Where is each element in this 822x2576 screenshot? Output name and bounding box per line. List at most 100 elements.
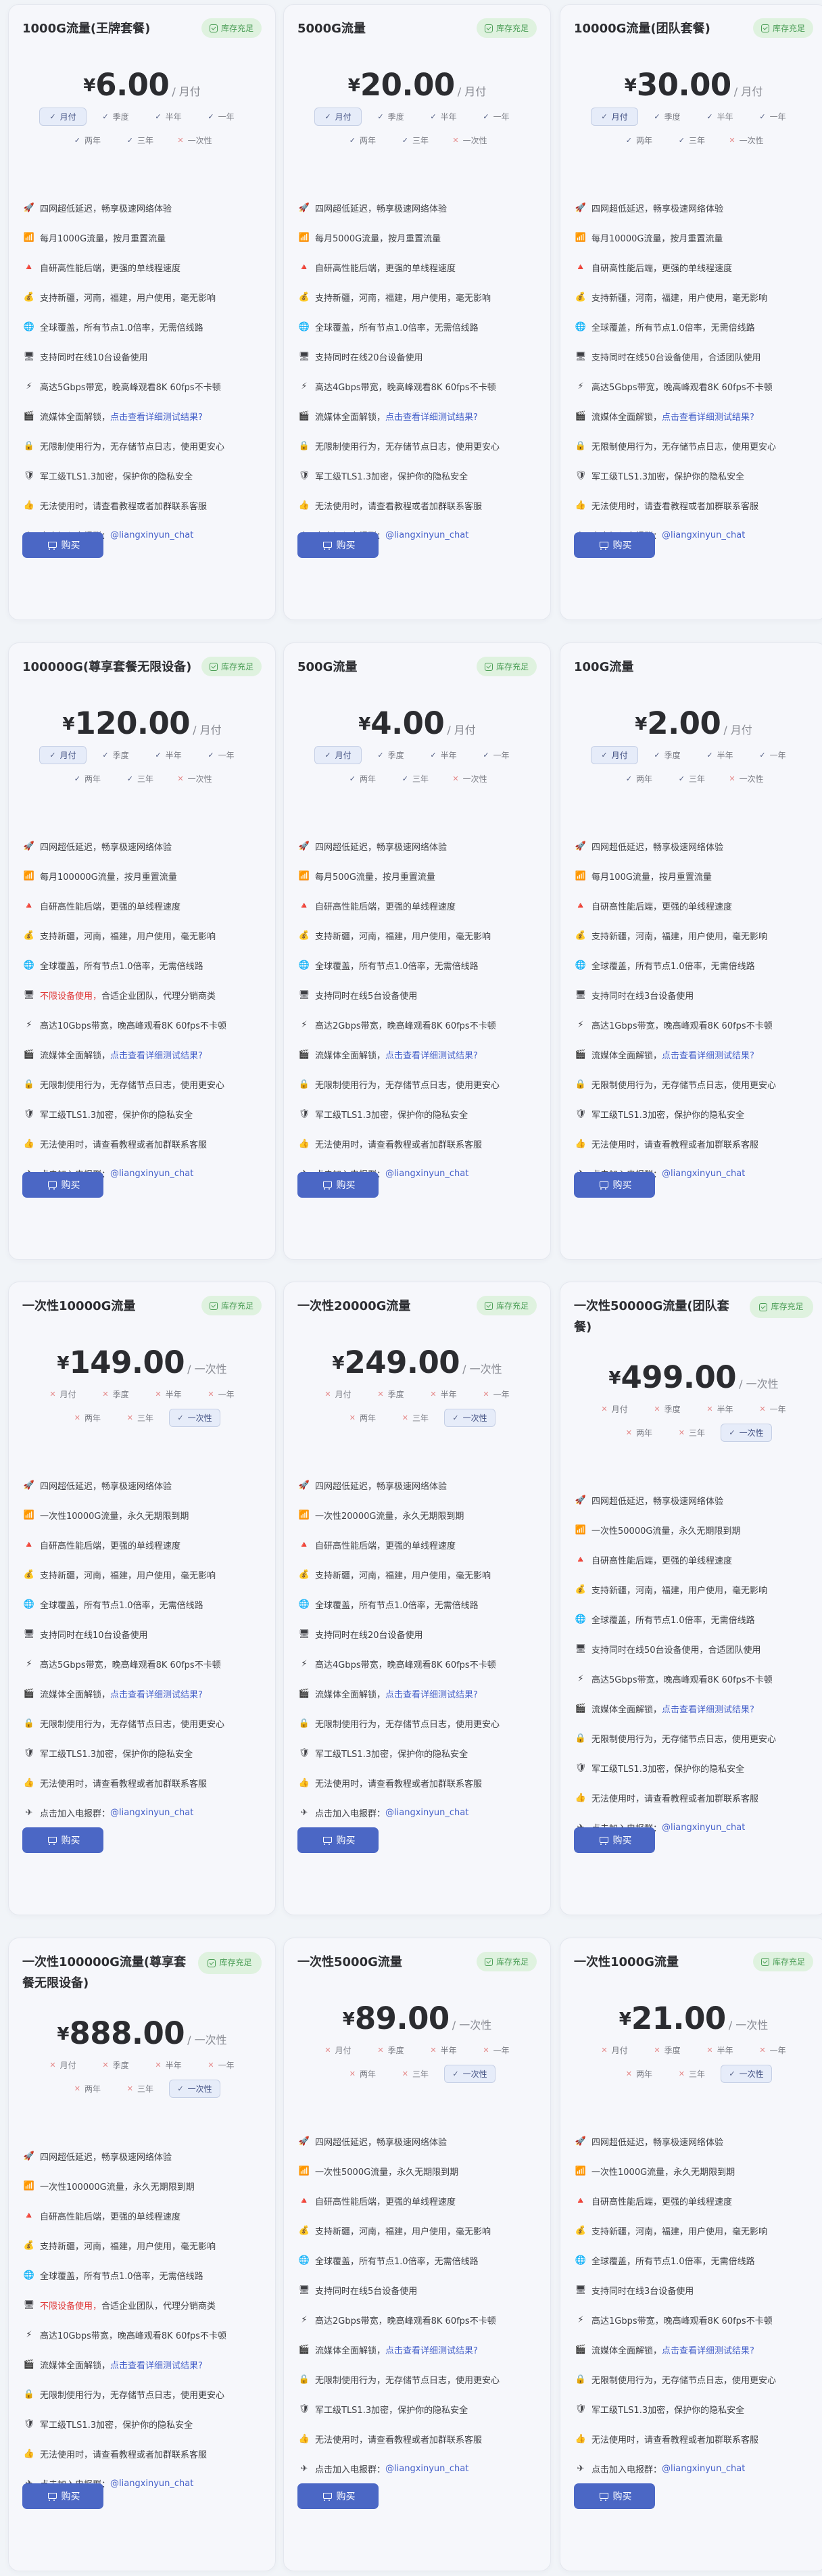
feature-link[interactable]: 点击查看详细测试结果? bbox=[385, 2343, 478, 2356]
period-option-three-year[interactable]: ✕ 三年 bbox=[391, 1409, 439, 1427]
period-option-half[interactable]: ✕ 半年 bbox=[420, 1385, 467, 1403]
period-option-three-year[interactable]: ✕ 三年 bbox=[116, 2080, 164, 2098]
period-option-three-year[interactable]: ✕ 三年 bbox=[668, 1424, 715, 1442]
buy-button[interactable]: 购买 bbox=[22, 2483, 103, 2509]
period-option-half[interactable]: ✓ 半年 bbox=[420, 108, 467, 126]
period-option-month[interactable]: ✕ 月付 bbox=[591, 2041, 638, 2059]
period-option-year[interactable]: ✕ 一年 bbox=[197, 1385, 245, 1403]
feature-link[interactable]: 点击查看详细测试结果? bbox=[662, 1048, 754, 1061]
period-option-month[interactable]: ✕ 月付 bbox=[314, 2041, 362, 2059]
buy-button[interactable]: 购买 bbox=[574, 532, 655, 558]
period-option-quarter[interactable]: ✕ 季度 bbox=[367, 1385, 414, 1403]
period-option-half[interactable]: ✕ 半年 bbox=[696, 1400, 744, 1418]
feature-link[interactable]: 点击查看详细测试结果? bbox=[110, 2358, 203, 2371]
buy-button[interactable]: 购买 bbox=[297, 532, 379, 558]
period-option-half[interactable]: ✕ 半年 bbox=[420, 2041, 467, 2059]
period-option-three-year[interactable]: ✓ 三年 bbox=[116, 770, 164, 788]
period-option-quarter[interactable]: ✓ 季度 bbox=[92, 746, 139, 764]
period-option-onetime[interactable]: ✓ 一次性 bbox=[721, 2065, 772, 2083]
period-option-year[interactable]: ✓ 一年 bbox=[197, 108, 245, 126]
period-option-two-year[interactable]: ✓ 两年 bbox=[64, 131, 111, 149]
period-option-two-year[interactable]: ✕ 两年 bbox=[339, 2065, 386, 2083]
feature-link[interactable]: @liangxinyun_chat bbox=[385, 530, 468, 540]
period-option-onetime[interactable]: ✕ 一次性 bbox=[721, 770, 771, 788]
buy-button[interactable]: 购买 bbox=[574, 1172, 655, 1198]
period-option-two-year[interactable]: ✕ 两年 bbox=[615, 1424, 662, 1442]
period-option-onetime[interactable]: ✓ 一次性 bbox=[444, 2065, 495, 2083]
feature-link[interactable]: 点击查看详细测试结果? bbox=[385, 1687, 478, 1700]
period-option-year[interactable]: ✕ 一年 bbox=[749, 2041, 796, 2059]
period-option-two-year[interactable]: ✓ 两年 bbox=[615, 770, 662, 788]
period-option-quarter[interactable]: ✓ 季度 bbox=[644, 108, 691, 126]
period-option-onetime[interactable]: ✓ 一次性 bbox=[169, 2080, 220, 2098]
period-option-quarter[interactable]: ✕ 季度 bbox=[367, 2041, 414, 2059]
period-option-onetime[interactable]: ✕ 一次性 bbox=[169, 770, 220, 788]
period-option-year[interactable]: ✕ 一年 bbox=[473, 1385, 520, 1403]
period-option-half[interactable]: ✕ 半年 bbox=[145, 1385, 192, 1403]
feature-link[interactable]: 点击查看详细测试结果? bbox=[385, 410, 478, 423]
period-option-year[interactable]: ✓ 一年 bbox=[749, 108, 796, 126]
period-option-year[interactable]: ✕ 一年 bbox=[473, 2041, 520, 2059]
feature-link[interactable]: 点击查看详细测试结果? bbox=[662, 1702, 754, 1715]
buy-button[interactable]: 购买 bbox=[22, 532, 103, 558]
period-option-two-year[interactable]: ✓ 两年 bbox=[339, 131, 386, 149]
period-option-onetime[interactable]: ✓ 一次性 bbox=[169, 1409, 220, 1427]
period-option-three-year[interactable]: ✓ 三年 bbox=[391, 131, 439, 149]
period-option-onetime[interactable]: ✕ 一次性 bbox=[444, 131, 495, 149]
feature-link[interactable]: @liangxinyun_chat bbox=[385, 1169, 468, 1179]
feature-link[interactable]: 点击查看详细测试结果? bbox=[110, 410, 203, 423]
period-option-half[interactable]: ✓ 半年 bbox=[696, 108, 744, 126]
feature-link[interactable]: 点击查看详细测试结果? bbox=[385, 1048, 478, 1061]
period-option-year[interactable]: ✕ 一年 bbox=[749, 1400, 796, 1418]
buy-button[interactable]: 购买 bbox=[297, 1172, 379, 1198]
period-option-two-year[interactable]: ✓ 两年 bbox=[64, 770, 111, 788]
period-option-quarter[interactable]: ✓ 季度 bbox=[367, 746, 414, 764]
feature-link[interactable]: 点击查看详细测试结果? bbox=[110, 1048, 203, 1061]
period-option-quarter[interactable]: ✓ 季度 bbox=[92, 108, 139, 126]
period-option-quarter[interactable]: ✕ 季度 bbox=[92, 1385, 139, 1403]
period-option-month[interactable]: ✕ 月付 bbox=[591, 1400, 638, 1418]
period-option-year[interactable]: ✓ 一年 bbox=[473, 746, 520, 764]
period-option-half[interactable]: ✓ 半年 bbox=[696, 746, 744, 764]
feature-link[interactable]: 点击查看详细测试结果? bbox=[662, 410, 754, 423]
period-option-three-year[interactable]: ✓ 三年 bbox=[668, 770, 715, 788]
feature-link[interactable]: @liangxinyun_chat bbox=[662, 1823, 745, 1833]
period-option-month[interactable]: ✓ 月付 bbox=[39, 108, 87, 126]
period-option-quarter[interactable]: ✓ 季度 bbox=[367, 108, 414, 126]
buy-button[interactable]: 购买 bbox=[22, 1172, 103, 1198]
period-option-three-year[interactable]: ✕ 三年 bbox=[391, 2065, 439, 2083]
feature-link[interactable]: @liangxinyun_chat bbox=[110, 1169, 193, 1179]
period-option-year[interactable]: ✕ 一年 bbox=[197, 2056, 245, 2074]
feature-link[interactable]: @liangxinyun_chat bbox=[385, 2464, 468, 2474]
period-option-half[interactable]: ✓ 半年 bbox=[420, 746, 467, 764]
period-option-three-year[interactable]: ✓ 三年 bbox=[391, 770, 439, 788]
period-option-year[interactable]: ✓ 一年 bbox=[749, 746, 796, 764]
period-option-two-year[interactable]: ✕ 两年 bbox=[64, 1409, 111, 1427]
period-option-year[interactable]: ✓ 一年 bbox=[197, 746, 245, 764]
feature-link[interactable]: @liangxinyun_chat bbox=[662, 530, 745, 540]
feature-link[interactable]: @liangxinyun_chat bbox=[662, 2464, 745, 2474]
feature-link[interactable]: @liangxinyun_chat bbox=[662, 1169, 745, 1179]
period-option-half[interactable]: ✓ 半年 bbox=[145, 746, 192, 764]
period-option-two-year[interactable]: ✕ 两年 bbox=[339, 1409, 386, 1427]
period-option-month[interactable]: ✓ 月付 bbox=[314, 108, 362, 126]
period-option-two-year[interactable]: ✓ 两年 bbox=[615, 131, 662, 149]
feature-link[interactable]: @liangxinyun_chat bbox=[110, 530, 193, 540]
period-option-month[interactable]: ✕ 月付 bbox=[39, 1385, 87, 1403]
buy-button[interactable]: 购买 bbox=[22, 1827, 103, 1853]
feature-link[interactable]: @liangxinyun_chat bbox=[110, 1808, 193, 1818]
buy-button[interactable]: 购买 bbox=[574, 2483, 655, 2509]
period-option-quarter[interactable]: ✕ 季度 bbox=[92, 2056, 139, 2074]
period-option-month[interactable]: ✕ 月付 bbox=[314, 1385, 362, 1403]
period-option-three-year[interactable]: ✓ 三年 bbox=[668, 131, 715, 149]
period-option-three-year[interactable]: ✓ 三年 bbox=[116, 131, 164, 149]
period-option-three-year[interactable]: ✕ 三年 bbox=[668, 2065, 715, 2083]
period-option-month[interactable]: ✓ 月付 bbox=[39, 746, 87, 764]
feature-link[interactable]: @liangxinyun_chat bbox=[385, 1808, 468, 1818]
feature-link[interactable]: 点击查看详细测试结果? bbox=[662, 2343, 754, 2356]
period-option-month[interactable]: ✓ 月付 bbox=[314, 746, 362, 764]
period-option-two-year[interactable]: ✕ 两年 bbox=[615, 2065, 662, 2083]
period-option-three-year[interactable]: ✕ 三年 bbox=[116, 1409, 164, 1427]
buy-button[interactable]: 购买 bbox=[297, 1827, 379, 1853]
period-option-onetime[interactable]: ✓ 一次性 bbox=[721, 1424, 772, 1442]
